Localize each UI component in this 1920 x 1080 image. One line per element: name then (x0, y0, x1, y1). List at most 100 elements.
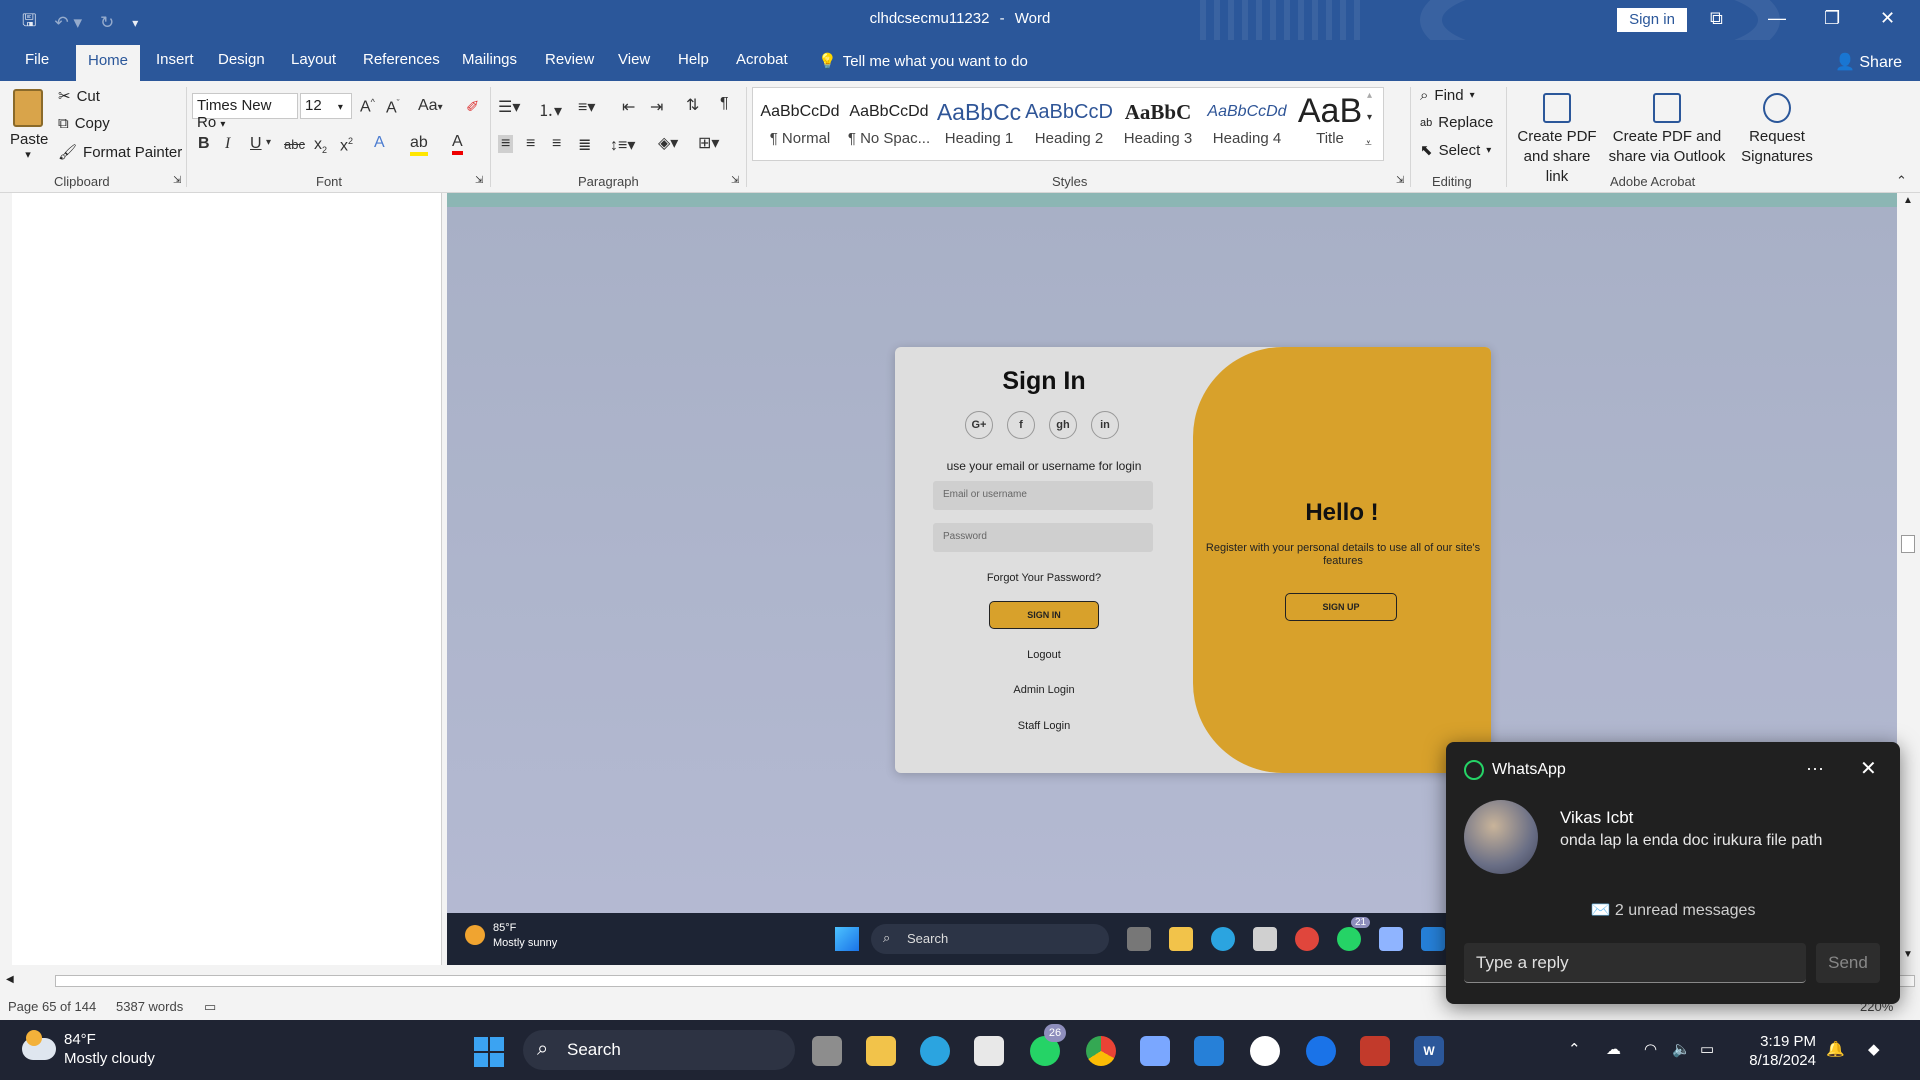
start-button[interactable] (474, 1037, 504, 1067)
tab-home[interactable]: Home (76, 45, 141, 81)
tab-review[interactable]: Review (545, 48, 594, 81)
collapse-ribbon-icon[interactable]: ⌃ (1896, 173, 1907, 189)
clipboard-launcher-icon[interactable]: ⇲ (173, 175, 181, 186)
more-options-icon[interactable]: ··· (1806, 758, 1824, 779)
logout-link[interactable]: Logout (895, 649, 1193, 661)
font-size-select[interactable]: 12 ▾ (300, 93, 352, 119)
tab-insert[interactable]: Insert (156, 48, 194, 81)
scroll-up-icon[interactable]: ▲ (1903, 195, 1913, 206)
ribbon-display-icon[interactable]: ⧉ (1710, 8, 1723, 29)
create-pdf-share-link-button[interactable]: Create PDF and share link (1511, 93, 1603, 187)
notification-bell-icon[interactable]: 🔔 (1826, 1040, 1845, 1058)
tab-references[interactable]: References (363, 48, 440, 81)
minimize-icon[interactable]: — (1768, 8, 1786, 29)
shrink-font-icon[interactable]: Aˇ (386, 98, 400, 117)
find-button[interactable]: ⌕ Find ▾ (1420, 87, 1475, 104)
font-family-select[interactable]: Times New Ro ▾ (192, 93, 298, 131)
admin-login-link[interactable]: Admin Login (895, 684, 1193, 696)
multilevel-list-icon[interactable]: ≡▾ (578, 97, 595, 117)
line-spacing-icon[interactable]: ↕≡▾ (610, 135, 635, 155)
text-effects-icon[interactable]: A (374, 134, 385, 152)
select-button[interactable]: ⬉ Select ▾ (1420, 141, 1491, 160)
winrar-icon[interactable] (1360, 1036, 1390, 1066)
battery-icon[interactable]: ▭ (1700, 1040, 1714, 1058)
shading-icon[interactable]: ◈▾ (658, 133, 678, 153)
google-icon[interactable]: G+ (965, 411, 993, 439)
style-normal[interactable]: AaBbCcDd ¶ Normal (757, 94, 843, 147)
justify-icon[interactable]: ≣ (578, 135, 591, 155)
subscript-icon[interactable]: x2 (314, 136, 327, 155)
tab-acrobat[interactable]: Acrobat (736, 48, 788, 81)
word-icon[interactable]: W (1414, 1036, 1444, 1066)
github-icon[interactable]: gh (1049, 411, 1077, 439)
align-right-icon[interactable]: ≡ (552, 135, 561, 153)
vscode-icon[interactable] (1194, 1036, 1224, 1066)
style-heading-4[interactable]: AaBbCcDd Heading 4 (1203, 94, 1291, 147)
tab-mailings[interactable]: Mailings (462, 48, 517, 81)
chrome-icon[interactable] (1086, 1036, 1116, 1066)
close-icon[interactable]: ✕ (1880, 8, 1895, 29)
font-color-icon[interactable]: A (452, 133, 463, 155)
edge-icon[interactable] (920, 1036, 950, 1066)
tab-file[interactable]: File (25, 48, 49, 81)
app-store-icon[interactable] (1306, 1036, 1336, 1066)
styles-scroll-up-icon[interactable]: ▴ (1367, 90, 1372, 101)
style-no-spacing[interactable]: AaBbCcDd ¶ No Spac... (845, 94, 933, 147)
paste-button[interactable]: Paste ▾ (10, 89, 48, 161)
copilot-icon[interactable]: ◆ (1868, 1040, 1880, 1058)
highlight-icon[interactable]: ab (410, 134, 428, 156)
style-heading-3[interactable]: AaBbC Heading 3 (1115, 94, 1201, 147)
decrease-indent-icon[interactable]: ⇤ (622, 97, 635, 117)
scroll-left-icon[interactable]: ◀ (6, 974, 14, 985)
clear-formatting-icon[interactable]: ✐ (466, 97, 479, 117)
styles-more-icon[interactable]: ⩡ (1365, 136, 1372, 151)
create-pdf-outlook-button[interactable]: Create PDF and share via Outlook (1605, 93, 1729, 167)
styles-launcher-icon[interactable]: ⇲ (1396, 175, 1404, 186)
email-field[interactable]: Email or username (933, 481, 1153, 510)
show-hidden-icons-icon[interactable]: ⌃ (1568, 1040, 1581, 1058)
onedrive-icon[interactable]: ☁ (1606, 1040, 1621, 1058)
tab-view[interactable]: View (618, 48, 650, 81)
strikethrough-button[interactable]: abc (284, 137, 305, 152)
store-icon[interactable] (974, 1036, 1004, 1066)
style-heading-2[interactable]: AaBbCcD Heading 2 (1025, 94, 1113, 147)
request-signatures-button[interactable]: Request Signatures (1732, 93, 1822, 167)
styles-scroll-down-icon[interactable]: ▾ (1367, 112, 1372, 123)
bold-button[interactable]: B (198, 135, 210, 153)
increase-indent-icon[interactable]: ⇥ (650, 97, 663, 117)
tab-help[interactable]: Help (678, 48, 709, 81)
wifi-icon[interactable]: ◠ (1644, 1040, 1657, 1058)
file-explorer-icon[interactable] (866, 1036, 896, 1066)
document-page-margin[interactable] (12, 193, 442, 965)
forgot-password-link[interactable]: Forgot Your Password? (895, 572, 1193, 584)
signin-submit-button[interactable]: SIGN IN (989, 601, 1099, 629)
close-icon[interactable]: ✕ (1860, 756, 1877, 781)
whatsapp-alt-icon[interactable] (1250, 1036, 1280, 1066)
tell-me-box[interactable]: 💡 Tell me what you want to do (818, 52, 1028, 71)
font-launcher-icon[interactable]: ⇲ (475, 175, 483, 186)
style-heading-1[interactable]: AaBbCc Heading 1 (935, 94, 1023, 147)
scroll-thumb[interactable] (1901, 535, 1915, 553)
cut-button[interactable]: ✂ Cut (58, 87, 100, 106)
staff-login-link[interactable]: Staff Login (895, 720, 1193, 732)
linkedin-icon[interactable]: in (1091, 411, 1119, 439)
password-field[interactable]: Password (933, 523, 1153, 552)
grow-font-icon[interactable]: A^ (360, 97, 375, 116)
pilcrow-icon[interactable]: ¶ (720, 95, 729, 113)
share-button[interactable]: 👤 Share (1835, 52, 1902, 72)
signin-button[interactable]: Sign in (1617, 8, 1687, 32)
app-cube-icon[interactable] (1140, 1036, 1170, 1066)
facebook-icon[interactable]: f (1007, 411, 1035, 439)
scroll-down-icon[interactable]: ▼ (1903, 949, 1913, 960)
volume-icon[interactable]: 🔈 (1672, 1040, 1691, 1058)
superscript-icon[interactable]: x2 (340, 136, 353, 155)
tab-design[interactable]: Design (218, 48, 265, 81)
replace-button[interactable]: ab Replace (1420, 114, 1493, 131)
paragraph-launcher-icon[interactable]: ⇲ (731, 175, 739, 186)
unread-messages[interactable]: ✉️ 2 unread messages (1446, 900, 1900, 920)
tab-layout[interactable]: Layout (291, 48, 336, 81)
underline-button[interactable]: U (250, 135, 262, 153)
italic-button[interactable]: I (225, 135, 230, 153)
send-button[interactable]: Send (1816, 943, 1880, 983)
format-painter-button[interactable]: 🖌 Format Painter (58, 143, 182, 162)
